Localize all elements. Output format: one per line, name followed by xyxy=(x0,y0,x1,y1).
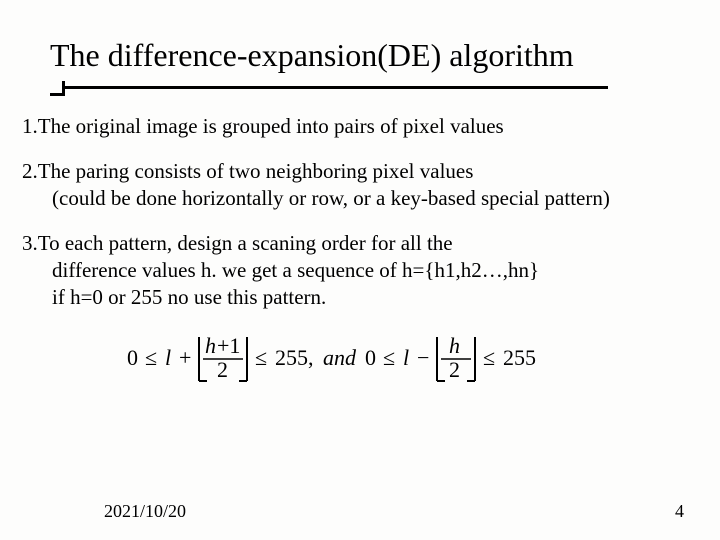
item-line: if h=0 or 255 no use this pattern. xyxy=(22,284,692,311)
footer-date: 2021/10/20 xyxy=(104,501,186,522)
svg-text:+1: +1 xyxy=(217,333,240,358)
slide-title: The difference-expansion(DE) algorithm xyxy=(50,36,720,74)
svg-text:+: + xyxy=(179,345,191,370)
svg-text:2: 2 xyxy=(449,357,460,382)
svg-text:−: − xyxy=(417,345,429,370)
svg-text:≤: ≤ xyxy=(483,345,495,370)
footer-page-number: 4 xyxy=(675,501,684,522)
list-item: 3.To each pattern, design a scaning orde… xyxy=(22,230,692,311)
svg-text:255: 255 xyxy=(503,345,536,370)
rule-notch-icon xyxy=(50,81,65,96)
formula-svg: 0 ≤ l + h +1 2 ≤ 255, and xyxy=(127,331,587,387)
item-line: 1.The original image is grouped into pai… xyxy=(22,113,692,140)
content-area: 1.The original image is grouped into pai… xyxy=(0,89,720,390)
svg-text:≤: ≤ xyxy=(255,345,267,370)
item-line: difference values h. we get a sequence o… xyxy=(22,257,692,284)
item-line: 3.To each pattern, design a scaning orde… xyxy=(22,230,692,257)
svg-text:≤: ≤ xyxy=(145,345,157,370)
svg-text:255,: 255, xyxy=(275,345,314,370)
item-line: (could be done horizontally or row, or a… xyxy=(22,185,692,212)
svg-text:≤: ≤ xyxy=(383,345,395,370)
title-block: The difference-expansion(DE) algorithm xyxy=(0,0,720,89)
svg-text:l: l xyxy=(165,345,171,370)
svg-text:h: h xyxy=(449,333,460,358)
list-item: 1.The original image is grouped into pai… xyxy=(22,113,692,140)
svg-text:and: and xyxy=(323,345,357,370)
svg-text:0: 0 xyxy=(127,345,138,370)
svg-text:0: 0 xyxy=(365,345,376,370)
formula: 0 ≤ l + h +1 2 ≤ 255, and xyxy=(22,331,692,391)
svg-text:h: h xyxy=(205,333,216,358)
svg-text:l: l xyxy=(403,345,409,370)
title-rule xyxy=(50,86,608,89)
slide: The difference-expansion(DE) algorithm 1… xyxy=(0,0,720,540)
list-item: 2.The paring consists of two neighboring… xyxy=(22,158,692,212)
item-line: 2.The paring consists of two neighboring… xyxy=(22,158,692,185)
svg-text:2: 2 xyxy=(217,357,228,382)
